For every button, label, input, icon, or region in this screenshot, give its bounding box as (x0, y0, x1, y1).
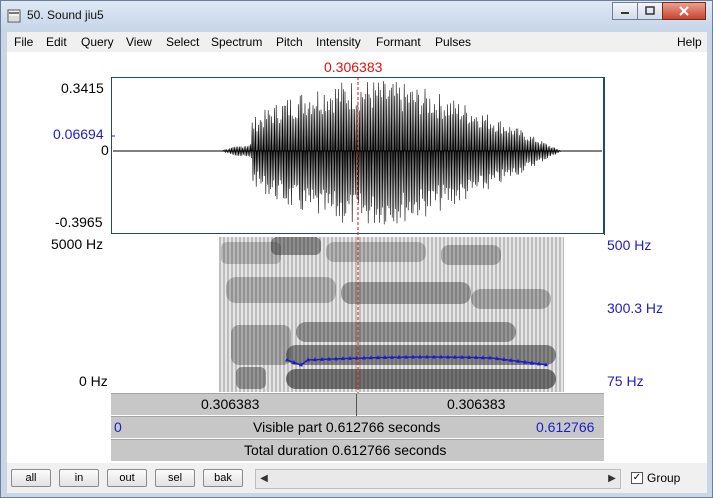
checkmark-icon: ✓ (632, 472, 642, 483)
time-left-value: 0.306383 (201, 396, 260, 412)
group-checkbox[interactable]: ✓ (631, 472, 643, 484)
time-right-value: 0.306383 (447, 396, 506, 412)
pitch-mid-label: 300.3 Hz (607, 300, 664, 316)
spectrogram-top-freq: 5000 Hz (51, 236, 104, 252)
minimize-icon (621, 12, 629, 14)
menu-bar: File Edit Query View Select Spectrum Pit… (7, 32, 707, 52)
waveform-cursor-value: 0.06694 (53, 126, 104, 142)
menu-intensity[interactable]: Intensity (316, 35, 361, 49)
pitch-bottom-label: 75 Hz (607, 373, 644, 389)
window-title: 50. Sound jiu5 (27, 8, 104, 22)
scroll-left-icon[interactable]: ◀ (256, 470, 272, 488)
zoom-out-button[interactable]: out (107, 469, 147, 487)
menu-view[interactable]: View (126, 35, 152, 49)
bottom-toolbar: all in out sel bak ◀ ▶ ✓ Group (7, 463, 707, 493)
total-duration-label: Total duration 0.612766 seconds (244, 442, 447, 458)
zoom-in-button[interactable]: in (59, 469, 99, 487)
close-button[interactable] (662, 2, 706, 20)
waveform-max-label: 0.3415 (61, 80, 104, 96)
spectrogram-bottom-freq: 0 Hz (79, 373, 108, 389)
visible-part-row[interactable]: 0 Visible part 0.612766 seconds 0.612766 (111, 416, 604, 438)
menu-select[interactable]: Select (166, 35, 199, 49)
scroll-right-icon[interactable]: ▶ (604, 470, 620, 488)
signal-view[interactable] (111, 77, 606, 393)
pitch-top-label: 500 Hz (607, 237, 652, 253)
visible-start: 0 (114, 419, 122, 435)
horizontal-scrollbar[interactable]: ◀ ▶ (255, 469, 621, 489)
zoom-back-button[interactable]: bak (203, 469, 243, 487)
menu-help[interactable]: Help (677, 35, 702, 49)
waveform-panel (111, 77, 605, 235)
maximize-button[interactable] (637, 2, 663, 20)
menu-formant[interactable]: Formant (376, 35, 421, 49)
menu-pulses[interactable]: Pulses (435, 35, 471, 49)
app-icon (7, 9, 21, 23)
visible-part-label: Visible part 0.612766 seconds (253, 419, 441, 435)
close-icon (679, 6, 689, 16)
minimize-button[interactable] (612, 2, 638, 20)
cursor-time-label: 0.306383 (324, 59, 383, 75)
title-bar: 50. Sound jiu5 (1, 1, 712, 31)
menu-edit[interactable]: Edit (46, 35, 67, 49)
menu-file[interactable]: File (14, 35, 33, 49)
waveform-min-label: -0.3965 (55, 214, 103, 230)
waveform-zero-label: 0 (101, 142, 109, 158)
total-duration-row[interactable]: Total duration 0.612766 seconds (111, 439, 604, 461)
zoom-sel-button[interactable]: sel (155, 469, 195, 487)
praat-sound-window: 50. Sound jiu5 File Edit Query View Sele… (0, 0, 713, 498)
menu-pitch[interactable]: Pitch (276, 35, 303, 49)
sound-editor-area: 0.306383 0.3415 0.06694 0 -0.3965 5000 H… (7, 52, 707, 463)
menu-spectrum[interactable]: Spectrum (211, 35, 262, 49)
maximize-icon (645, 6, 655, 15)
cursor-time-row[interactable]: 0.306383 0.306383 (111, 393, 604, 416)
visible-end: 0.612766 (536, 419, 595, 435)
menu-query[interactable]: Query (81, 35, 114, 49)
zoom-all-button[interactable]: all (11, 469, 51, 487)
group-label: Group (647, 471, 681, 485)
